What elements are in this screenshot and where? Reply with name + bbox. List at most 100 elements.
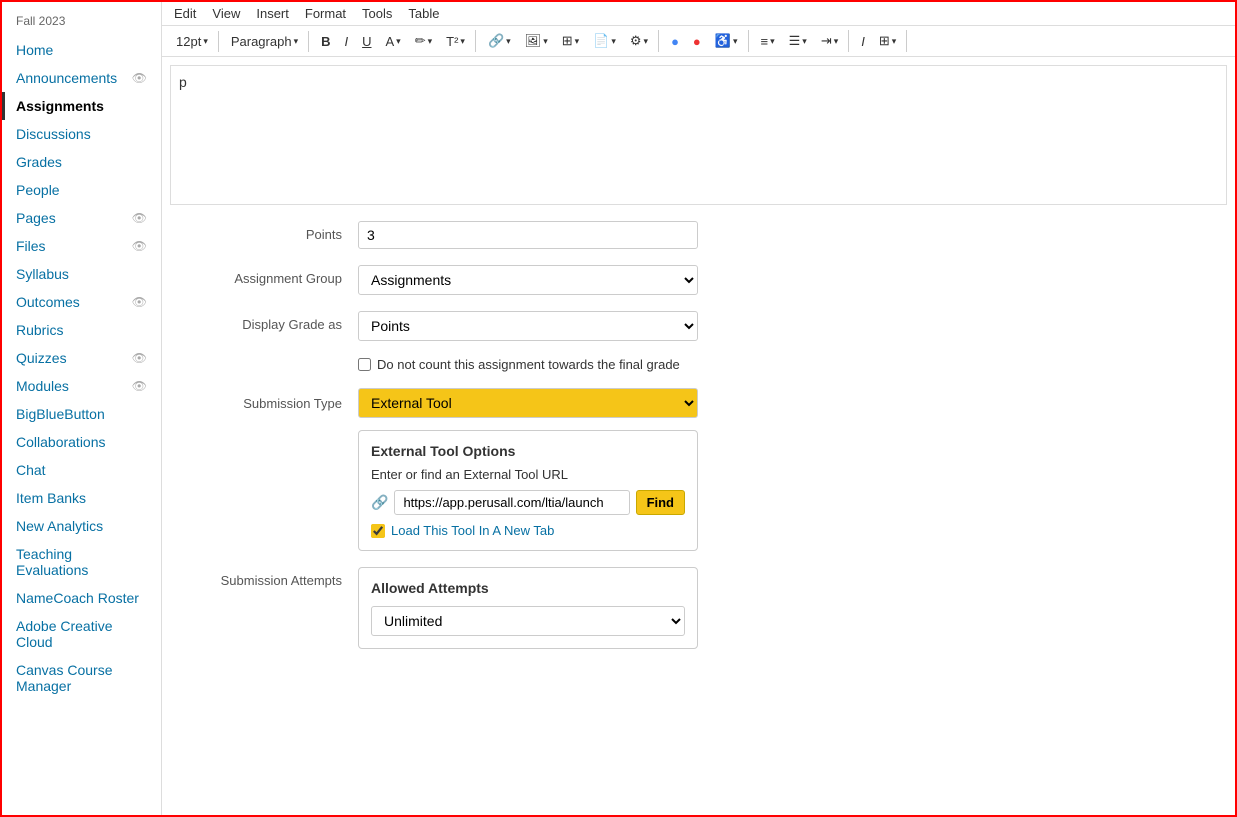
sidebar-item-announcements[interactable]: Announcements👁	[2, 64, 161, 92]
menu-format[interactable]: Format	[305, 6, 346, 21]
indent-button[interactable]: ⇥▾	[815, 30, 844, 52]
list-button[interactable]: ☰▾	[783, 30, 813, 52]
paragraph-selector[interactable]: Paragraph ▾	[225, 31, 304, 52]
sidebar-item-pages[interactable]: Pages 👁	[2, 204, 161, 232]
submission-type-select[interactable]: OnlineExternal ToolNo SubmissionOn Paper…	[358, 388, 698, 418]
points-input[interactable]	[358, 221, 698, 249]
menu-insert[interactable]: Insert	[256, 6, 289, 21]
sidebar-item-label-canvas-course-manager: Canvas Course Manager	[16, 662, 147, 694]
link-button[interactable]: 🔗▾	[482, 30, 517, 52]
sidebar-item-modules[interactable]: Modules👁	[2, 372, 161, 400]
assignment-group-select[interactable]: Assignments	[358, 265, 698, 295]
rich-text-editor[interactable]: p	[170, 65, 1227, 205]
assignment-group-control: Assignments	[358, 265, 698, 295]
paragraph-group: Paragraph ▾	[225, 31, 309, 52]
ext-tool-title: External Tool Options	[371, 443, 685, 459]
sidebar-item-teaching-evaluations[interactable]: Teaching Evaluations	[2, 540, 161, 584]
format-group: B I U A▾ ✏▾ T²▾	[315, 30, 476, 52]
submission-type-section: Submission Type OnlineExternal ToolNo Su…	[178, 388, 1219, 551]
sidebar-item-grades[interactable]: Grades	[2, 148, 161, 176]
external-tool-box: External Tool Options Enter or find an E…	[358, 430, 698, 551]
cloud-group: ● ● ♿▾	[665, 30, 748, 52]
sidebar-item-home[interactable]: Home	[2, 36, 161, 64]
assignment-group-row: Assignment Group Assignments	[178, 265, 1219, 295]
find-button[interactable]: Find	[636, 490, 685, 515]
display-grade-select[interactable]: PointsPercentageComplete/IncompleteLette…	[358, 311, 698, 341]
load-tab-checkbox[interactable]	[371, 524, 385, 538]
sidebar-item-assignments[interactable]: Assignments	[2, 92, 161, 120]
misc-button[interactable]: ⚙▾	[624, 30, 654, 52]
sidebar-item-collaborations[interactable]: Collaborations	[2, 428, 161, 456]
sidebar-item-label-modules: Modules	[16, 378, 69, 394]
bold-button[interactable]: B	[315, 31, 336, 52]
no-count-checkbox[interactable]	[358, 358, 371, 371]
sidebar-item-files[interactable]: Files👁	[2, 232, 161, 260]
sidebar-item-label-grades: Grades	[16, 154, 62, 170]
no-count-text: Do not count this assignment towards the…	[377, 357, 680, 372]
sidebar-item-label-collaborations: Collaborations	[16, 434, 106, 450]
record-button[interactable]: ●	[687, 31, 707, 52]
superscript-button[interactable]: T²▾	[440, 31, 471, 52]
submission-select-row: OnlineExternal ToolNo SubmissionOn Paper…	[358, 388, 698, 418]
align-button[interactable]: ≡▾	[755, 31, 781, 52]
sidebar-item-canvas-course-manager[interactable]: Canvas Course Manager	[2, 656, 161, 700]
eye-icon-outcomes: 👁	[132, 295, 147, 309]
submission-attempts-control: Allowed Attempts Unlimited12345	[358, 567, 698, 649]
sidebar-item-quizzes[interactable]: Quizzes👁	[2, 344, 161, 372]
allowed-attempts-select[interactable]: Unlimited12345	[371, 606, 685, 636]
sidebar-item-discussions[interactable]: Discussions	[2, 120, 161, 148]
sidebar-item-outcomes[interactable]: Outcomes👁	[2, 288, 161, 316]
menu-tools[interactable]: Tools	[362, 6, 392, 21]
sidebar-item-syllabus[interactable]: Syllabus	[2, 260, 161, 288]
sidebar-item-chat[interactable]: Chat	[2, 456, 161, 484]
highlight-button[interactable]: ✏▾	[409, 30, 438, 52]
google-drive-button[interactable]: ●	[665, 31, 685, 52]
menu-table[interactable]: Table	[408, 6, 439, 21]
sidebar-item-label-quizzes: Quizzes	[16, 350, 67, 366]
sidebar-item-adobe-creative-cloud[interactable]: Adobe Creative Cloud	[2, 612, 161, 656]
accessibility-button[interactable]: ♿▾	[709, 30, 744, 52]
image-button[interactable]: 🖼▾	[519, 30, 554, 52]
menu-edit[interactable]: Edit	[174, 6, 196, 21]
extra-group: I ⊞▾	[855, 30, 907, 52]
eye-icon-pages: 👁	[132, 211, 147, 225]
sidebar-item-item-banks[interactable]: Item Banks	[2, 484, 161, 512]
alignment-group: ≡▾ ☰▾ ⇥▾	[755, 30, 850, 52]
table2-button[interactable]: ⊞▾	[873, 30, 902, 52]
sidebar-item-new-analytics[interactable]: New Analytics	[2, 512, 161, 540]
sidebar: Fall 2023 HomeAnnouncements👁AssignmentsD…	[2, 2, 162, 815]
no-count-control: Do not count this assignment towards the…	[358, 357, 698, 372]
table-button[interactable]: ⊞▾	[556, 30, 585, 52]
editor-area: p Points Assignment Group Assignments	[162, 57, 1235, 815]
ext-tool-subtitle: Enter or find an External Tool URL	[371, 467, 685, 482]
insert-group: 🔗▾ 🖼▾ ⊞▾ 📄▾ ⚙▾	[482, 30, 659, 52]
no-count-checkbox-label[interactable]: Do not count this assignment towards the…	[358, 357, 698, 372]
sidebar-item-namecoach-roster[interactable]: NameCoach Roster	[2, 584, 161, 612]
submission-attempts-row: Submission Attempts Allowed Attempts Unl…	[178, 567, 1219, 649]
menu-bar: Edit View Insert Format Tools Table	[162, 2, 1235, 26]
sidebar-item-label-discussions: Discussions	[16, 126, 91, 142]
italic-button[interactable]: I	[338, 31, 354, 52]
sidebar-item-bigbluebutton[interactable]: BigBlueButton	[2, 400, 161, 428]
no-count-spacer	[178, 357, 358, 363]
menu-view[interactable]: View	[212, 6, 240, 21]
font-color-button[interactable]: A▾	[380, 31, 407, 52]
sidebar-item-people[interactable]: People	[2, 176, 161, 204]
embed-button[interactable]: 📄▾	[587, 30, 622, 52]
points-label: Points	[178, 221, 358, 242]
italic2-button[interactable]: I	[855, 31, 871, 52]
sidebar-item-rubrics[interactable]: Rubrics	[2, 316, 161, 344]
editor-content[interactable]: p	[171, 66, 1226, 196]
no-count-row: Do not count this assignment towards the…	[178, 357, 1219, 372]
sidebar-item-label-new-analytics: New Analytics	[16, 518, 103, 534]
underline-button[interactable]: U	[356, 31, 377, 52]
eye-icon-announcements: 👁	[132, 71, 147, 85]
url-input[interactable]	[394, 490, 629, 515]
sidebar-item-label-pages: Pages	[16, 210, 56, 226]
load-tab-row: Load This Tool In A New Tab	[371, 523, 685, 538]
font-size-group: 12pt ▾	[170, 31, 219, 52]
sidebar-item-label-bigbluebutton: BigBlueButton	[16, 406, 105, 422]
font-size-selector[interactable]: 12pt ▾	[170, 31, 214, 52]
points-row: Points	[178, 221, 1219, 249]
link-icon: 🔗	[371, 494, 388, 511]
